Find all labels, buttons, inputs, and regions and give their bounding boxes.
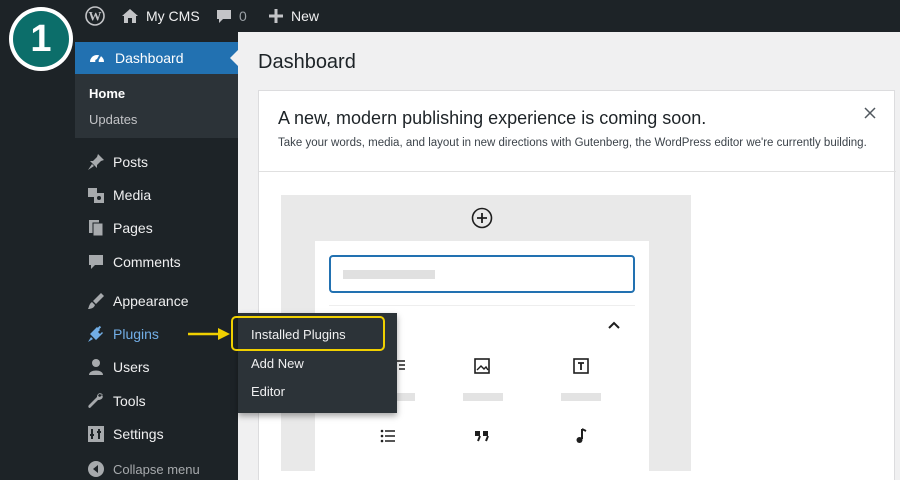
placeholder-bar xyxy=(343,270,435,279)
quote-block-icon xyxy=(473,427,491,445)
dashboard-submenu: Home Updates xyxy=(75,74,238,138)
collapse-arrow-icon xyxy=(86,459,106,479)
sidebar-item-label: Comments xyxy=(113,254,181,270)
comments-link[interactable]: 0 xyxy=(216,0,247,32)
sidebar-item-pages[interactable]: Pages xyxy=(75,213,238,243)
collapse-menu-button[interactable]: Collapse menu xyxy=(75,454,238,480)
page-title: Dashboard xyxy=(258,51,356,73)
heading-block-icon xyxy=(572,357,590,375)
sidebar-item-label: Appearance xyxy=(113,293,189,309)
sidebar-item-tools[interactable]: Tools xyxy=(75,386,238,416)
plugin-icon xyxy=(86,324,106,344)
new-content-link[interactable]: New xyxy=(268,0,319,32)
settings-sliders-icon xyxy=(86,424,106,444)
sidebar-item-label: Plugins xyxy=(113,326,159,342)
wrench-icon xyxy=(86,391,106,411)
comment-icon xyxy=(86,252,106,272)
welcome-notice-panel: A new, modern publishing experience is c… xyxy=(258,90,896,480)
site-name-link[interactable]: My CMS xyxy=(121,0,200,32)
new-label: New xyxy=(291,8,320,24)
pages-icon xyxy=(86,218,106,238)
svg-text:W: W xyxy=(89,9,102,24)
plus-icon xyxy=(269,9,283,23)
sidebar-item-label: Users xyxy=(113,359,150,375)
admin-bar: W My CMS 0 New xyxy=(0,0,900,32)
sidebar-item-settings[interactable]: Settings xyxy=(75,419,238,449)
highlight-box xyxy=(231,316,385,351)
flyout-item-editor[interactable]: Editor xyxy=(251,384,285,399)
submenu-item-home[interactable]: Home xyxy=(89,86,125,101)
pushpin-icon xyxy=(86,152,106,172)
wordpress-logo-icon[interactable]: W xyxy=(85,6,105,26)
divider xyxy=(329,305,635,306)
notice-description: Take your words, media, and layout in ne… xyxy=(278,137,867,149)
home-icon xyxy=(122,9,138,23)
audio-block-icon xyxy=(572,427,590,445)
close-icon[interactable] xyxy=(862,105,878,121)
add-block-icon xyxy=(471,207,493,229)
sidebar-item-label: Pages xyxy=(113,220,153,236)
sidebar-item-media[interactable]: Media xyxy=(75,180,238,210)
image-block-icon xyxy=(473,357,491,375)
users-icon xyxy=(86,357,106,377)
divider xyxy=(259,171,896,172)
placeholder-bar xyxy=(463,393,503,401)
admin-sidebar: Dashboard Home Updates Posts Media Pages… xyxy=(75,32,238,480)
flyout-item-add-new[interactable]: Add New xyxy=(251,356,304,371)
list-block-icon xyxy=(379,427,397,445)
sidebar-item-posts[interactable]: Posts xyxy=(75,147,238,177)
chevron-up-icon xyxy=(607,317,621,329)
sidebar-item-users[interactable]: Users xyxy=(75,352,238,382)
step-number: 1 xyxy=(13,11,69,67)
step-number-badge: 1 xyxy=(9,7,73,71)
sidebar-item-dashboard[interactable]: Dashboard xyxy=(75,42,238,74)
sidebar-item-label: Settings xyxy=(113,426,164,442)
media-icon xyxy=(86,185,106,205)
placeholder-bar xyxy=(561,393,601,401)
comment-bubble-icon xyxy=(217,9,231,23)
sidebar-item-label: Tools xyxy=(113,393,146,409)
dashboard-gauge-icon xyxy=(88,49,106,67)
comment-count: 0 xyxy=(239,8,247,24)
site-name: My CMS xyxy=(146,8,200,24)
submenu-item-updates[interactable]: Updates xyxy=(89,112,137,127)
paintbrush-icon xyxy=(86,291,106,311)
sidebar-item-label: Posts xyxy=(113,154,149,170)
notice-heading: A new, modern publishing experience is c… xyxy=(278,108,707,128)
sidebar-item-comments[interactable]: Comments xyxy=(75,247,238,277)
arrow-right-icon xyxy=(186,326,232,342)
mock-search-field xyxy=(329,255,635,293)
sidebar-item-label: Dashboard xyxy=(115,50,184,66)
current-page-arrow xyxy=(230,50,238,66)
sidebar-item-appearance[interactable]: Appearance xyxy=(75,286,238,316)
collapse-menu-label: Collapse menu xyxy=(113,461,200,477)
sidebar-item-label: Media xyxy=(113,187,152,203)
